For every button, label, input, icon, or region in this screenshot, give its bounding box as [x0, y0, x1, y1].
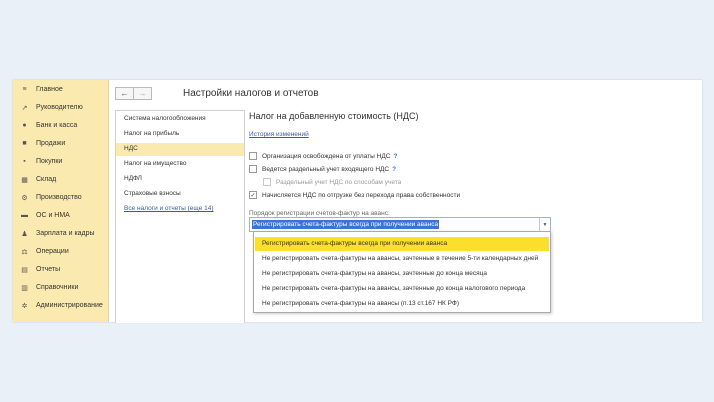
vat-settings: Налог на добавленную стоимость (НДС) Ист…: [249, 110, 699, 322]
section-item-insurance[interactable]: Страховые взносы: [116, 188, 244, 201]
sidebar-item-purchases[interactable]: ▪ Покупки: [13, 154, 108, 169]
checkbox-label: Раздельный учет НДС по способам учета: [276, 178, 402, 186]
sidebar-item-reports[interactable]: ▤ Отчеты: [13, 262, 108, 277]
gear-icon: ✲: [21, 302, 28, 310]
sidebar-item-assets[interactable]: ▬ ОС и НМА: [13, 208, 108, 223]
invoice-order-label: Порядок регистрации счетов-фактур на ава…: [249, 210, 390, 217]
section-item-label: Система налогообложения: [124, 115, 206, 122]
section-item-label: Страховые взносы: [124, 190, 181, 197]
section-item-ndfl[interactable]: НДФЛ: [116, 173, 244, 186]
checkbox-row-separate-vat: Ведется раздельный учет входящего НДС ?: [249, 165, 396, 173]
sidebar-item-label: Справочники: [36, 284, 79, 291]
checkbox-row-separate-methods: Раздельный учет НДС по способам учета: [263, 178, 401, 186]
menu-icon: ≡: [22, 86, 27, 93]
checkbox-label: Организация освобождена от уплаты НДС: [262, 152, 391, 160]
sidebar-item-label: Главное: [36, 86, 63, 93]
chevron-down-icon[interactable]: ▼: [539, 218, 550, 231]
dropdown-option[interactable]: Не регистрировать счета-фактуры на аванс…: [255, 282, 549, 296]
checkbox-label: Ведется раздельный учет входящего НДС: [262, 165, 390, 173]
app-window: ≡ Главное ↗ Руководителю ● Банк и касса …: [13, 80, 702, 323]
sidebar-item-bank[interactable]: ● Банк и касса: [13, 118, 108, 133]
sidebar-item-sales[interactable]: ■ Продажи: [13, 136, 108, 151]
tax-section-list: Система налогообложения Налог на прибыль…: [115, 110, 245, 323]
invoice-order-dropdown: Регистрировать счета-фактуры всегда при …: [253, 231, 551, 313]
help-icon[interactable]: ?: [393, 153, 397, 160]
sidebar-item-label: Продажи: [36, 140, 66, 147]
help-icon[interactable]: ?: [392, 166, 396, 173]
vat-exempt-checkbox[interactable]: [249, 152, 257, 160]
section-item-tax-system[interactable]: Система налогообложения: [116, 113, 244, 126]
people-icon: ♟: [21, 230, 28, 238]
section-title: Налог на добавленную стоимость (НДС): [249, 111, 419, 121]
sidebar-item-label: Администрирование: [36, 302, 103, 309]
section-item-property-tax[interactable]: Налог на имущество: [116, 158, 244, 171]
dropdown-option[interactable]: Не регистрировать счета-фактуры на аванс…: [255, 267, 549, 281]
dropdown-option-label: Регистрировать счета-фактуры всегда при …: [262, 240, 448, 247]
dropdown-option[interactable]: Не регистрировать счета-фактуры на аванс…: [255, 297, 549, 311]
checkmark-icon: ✓: [250, 192, 256, 199]
sidebar-item-manager[interactable]: ↗ Руководителю: [13, 100, 108, 115]
cart-icon: ■: [22, 140, 27, 147]
separate-vat-checkbox[interactable]: [249, 165, 257, 173]
section-item-label: НДС: [124, 145, 138, 152]
dropdown-option-label: Не регистрировать счета-фактуры на аванс…: [262, 285, 526, 292]
section-item-label: Налог на имущество: [124, 160, 187, 167]
truck-icon: ▬: [21, 212, 28, 219]
book-icon: ▥: [21, 284, 28, 292]
vat-shipment-checkbox[interactable]: ✓: [249, 191, 257, 199]
page-title: Настройки налогов и отчетов: [183, 88, 319, 99]
checkbox-row-vat-shipment: ✓ Начисляется НДС по отгрузке без перехо…: [249, 191, 460, 199]
sidebar: ≡ Главное ↗ Руководителю ● Банк и касса …: [13, 80, 109, 322]
dropdown-option-label: Не регистрировать счета-фактуры на аванс…: [262, 300, 459, 307]
sidebar-item-label: Зарплата и кадры: [36, 230, 95, 237]
sidebar-item-production[interactable]: ⚙ Производство: [13, 190, 108, 205]
dropdown-option-label: Не регистрировать счета-фактуры на аванс…: [262, 255, 539, 262]
scales-icon: ⚖: [21, 248, 28, 256]
factory-icon: ⚙: [21, 194, 28, 202]
coin-icon: ●: [22, 122, 27, 129]
sidebar-item-salary[interactable]: ♟ Зарплата и кадры: [13, 226, 108, 241]
checkbox-label: Начисляется НДС по отгрузке без перехода…: [262, 191, 461, 199]
sidebar-item-main[interactable]: ≡ Главное: [13, 82, 108, 97]
basket-icon: ▪: [23, 158, 26, 165]
sidebar-item-label: Банк и касса: [36, 122, 78, 129]
trend-icon: ↗: [21, 104, 28, 112]
sidebar-item-label: Руководителю: [36, 104, 83, 111]
nav-buttons: ← →: [115, 87, 152, 100]
sidebar-item-label: Производство: [36, 194, 82, 201]
separate-methods-checkbox: [263, 178, 271, 186]
sidebar-item-label: Склад: [36, 176, 57, 183]
sidebar-item-operations[interactable]: ⚖ Операции: [13, 244, 108, 259]
dropdown-option[interactable]: Не регистрировать счета-фактуры на аванс…: [255, 252, 549, 266]
all-taxes-link[interactable]: Все налоги и отчеты (еще 14): [116, 203, 244, 216]
forward-button[interactable]: →: [134, 87, 152, 100]
report-icon: ▤: [21, 266, 28, 274]
sidebar-item-label: Покупки: [36, 158, 63, 165]
section-item-vat[interactable]: НДС: [116, 143, 244, 156]
history-link[interactable]: История изменений: [249, 131, 309, 138]
sidebar-item-label: Отчеты: [36, 266, 61, 273]
sidebar-item-admin[interactable]: ✲ Администрирование: [13, 298, 108, 313]
section-item-profit-tax[interactable]: Налог на прибыль: [116, 128, 244, 141]
section-item-label: Налог на прибыль: [124, 130, 180, 137]
invoice-order-value: Регистрировать счета-фактуры всегда при …: [252, 220, 440, 229]
sidebar-item-catalogs[interactable]: ▥ Справочники: [13, 280, 108, 295]
sidebar-item-warehouse[interactable]: ▦ Склад: [13, 172, 108, 187]
warehouse-icon: ▦: [21, 176, 28, 184]
invoice-order-select[interactable]: Регистрировать счета-фактуры всегда при …: [249, 217, 551, 232]
sidebar-item-label: ОС и НМА: [36, 212, 70, 219]
all-taxes-link-label: Все налоги и отчеты (еще 14): [124, 205, 214, 212]
dropdown-option-label: Не регистрировать счета-фактуры на аванс…: [262, 270, 487, 277]
checkbox-row-vat-exempt: Организация освобождена от уплаты НДС ?: [249, 152, 397, 160]
back-button[interactable]: ←: [115, 87, 134, 100]
dropdown-option[interactable]: Регистрировать счета-фактуры всегда при …: [255, 237, 549, 251]
section-item-label: НДФЛ: [124, 175, 142, 182]
sidebar-item-label: Операции: [36, 248, 69, 255]
